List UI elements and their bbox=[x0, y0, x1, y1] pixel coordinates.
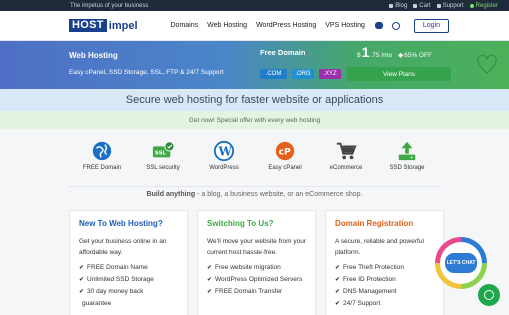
list-item: ✔ Free Theft Protection bbox=[335, 262, 435, 274]
hero-tagline: Secure web hosting for faster website or… bbox=[0, 89, 509, 111]
feature-ssd-storage: SSD Storage bbox=[377, 140, 438, 186]
list-item: ✔ Unlimited SSD Storage bbox=[79, 274, 179, 286]
price: $ 1 .75 /mo ◆ 65% OFF bbox=[357, 44, 432, 60]
site-tagline: The impetus of your business bbox=[70, 2, 149, 9]
wordpress-icon: W bbox=[213, 140, 235, 162]
nav-item-vps-hosting[interactable]: VPS Hosting bbox=[325, 22, 365, 29]
cart-icon bbox=[336, 142, 357, 160]
card-new-to-hosting[interactable]: New To Web Hosting? Get your business on… bbox=[69, 210, 188, 315]
nav-item-wordpress-hosting[interactable]: WordPress Hosting bbox=[256, 22, 316, 29]
ssl-icon: SSL bbox=[152, 141, 174, 158]
check-icon: ✔ bbox=[335, 277, 341, 283]
list-item: ✔ Free website migration bbox=[207, 262, 307, 274]
tld-xyz: .XYZ bbox=[319, 69, 341, 79]
card-title: New To Web Hosting? bbox=[79, 219, 163, 228]
lets-chat-widget[interactable]: LET'S CHAT bbox=[435, 237, 487, 289]
blog-link[interactable]: Blog bbox=[389, 3, 407, 9]
view-plans-button[interactable]: View Plans bbox=[347, 67, 451, 81]
blog-icon bbox=[389, 3, 394, 8]
tag-icon: ◆ bbox=[398, 52, 404, 59]
offer-strip: Get now! Special offer with every web ho… bbox=[0, 111, 509, 129]
register-icon bbox=[469, 3, 474, 8]
feature-ecommerce: eCommerce bbox=[316, 140, 377, 186]
check-icon: ✔ bbox=[79, 277, 85, 283]
logo[interactable]: HOST impel bbox=[69, 19, 138, 32]
nav-item-domains[interactable]: Domains bbox=[171, 22, 199, 29]
check-icon: ✔ bbox=[207, 277, 213, 283]
chat-icon[interactable] bbox=[374, 21, 383, 29]
heart-icon bbox=[477, 54, 497, 75]
banner-features: Easy cPanel, SSD Storage, SSL, FTP & 24/… bbox=[69, 69, 224, 76]
card-description: We'll move your website from your curren… bbox=[207, 238, 307, 256]
banner-title: Web Hosting bbox=[69, 51, 118, 60]
features-row: FREE Domain SSL SSL security W WordPress… bbox=[0, 129, 509, 186]
list-item: ✔ DNS Management bbox=[335, 286, 435, 298]
nav-menu: Domains Web Hosting WordPress Hosting VP… bbox=[171, 22, 365, 29]
check-icon: ✔ bbox=[79, 265, 85, 271]
card-description: A secure, reliable and powerful platform… bbox=[335, 238, 424, 256]
support-icon bbox=[436, 3, 441, 8]
svg-text:SSL: SSL bbox=[155, 151, 167, 157]
main-nav: HOST impel Domains Web Hosting WordPress… bbox=[0, 11, 509, 41]
cart-icon bbox=[413, 3, 418, 8]
check-icon: ✔ bbox=[207, 265, 213, 271]
cpanel-icon: cP bbox=[275, 141, 295, 161]
nav-item-web-hosting[interactable]: Web Hosting bbox=[207, 22, 247, 29]
top-bar: The impetus of your business Blog Cart S… bbox=[0, 0, 509, 11]
list-item: guarantee bbox=[82, 300, 112, 307]
discount-label: 65% OFF bbox=[404, 52, 432, 59]
build-anything-text: Build anything - a blog, a business webs… bbox=[146, 191, 363, 198]
check-icon: ✔ bbox=[335, 265, 341, 271]
login-button[interactable]: Login bbox=[413, 18, 449, 33]
whatsapp-button[interactable] bbox=[478, 284, 500, 306]
check-icon: ✔ bbox=[207, 289, 213, 295]
list-item: ✔ FREE Domain Name bbox=[79, 262, 179, 274]
svg-text:cP: cP bbox=[279, 147, 291, 158]
feature-wordpress: W WordPress bbox=[194, 140, 255, 186]
check-icon: ✔ bbox=[79, 289, 85, 295]
register-link[interactable]: Register bbox=[469, 3, 498, 9]
list-item: ✔ 24/7 Support bbox=[335, 298, 435, 310]
list-item: ✔ FREE Domain Transfer bbox=[207, 286, 307, 298]
feature-cpanel: cP Easy cPanel bbox=[255, 140, 316, 186]
whatsapp-icon bbox=[484, 290, 494, 300]
tld-com: .COM bbox=[260, 69, 287, 79]
card-title: Domain Registration bbox=[335, 219, 414, 228]
promo-banner: Web Hosting Easy cPanel, SSD Storage, SS… bbox=[0, 41, 509, 89]
divider bbox=[69, 186, 440, 187]
card-domain-registration[interactable]: Domain Registration A secure, reliable a… bbox=[325, 210, 444, 315]
list-item: ✔ WordPress Optimized Servers bbox=[207, 274, 307, 286]
svg-text:W: W bbox=[218, 145, 233, 159]
feature-ssl: SSL SSL security bbox=[133, 140, 194, 186]
cart-link[interactable]: Cart bbox=[413, 3, 431, 9]
card-title: Switching To Us? bbox=[207, 219, 274, 228]
upload-icon bbox=[398, 141, 416, 161]
free-domain-label: Free Domain bbox=[260, 48, 306, 57]
feature-free-domain: FREE Domain bbox=[72, 140, 133, 186]
cards-row: New To Web Hosting? Get your business on… bbox=[0, 210, 509, 315]
list-item: ✔ 30 day money back bbox=[79, 286, 179, 298]
list-item: ✔ Free ID Protection bbox=[335, 274, 435, 286]
tld-org: .ORG bbox=[292, 69, 314, 79]
card-switching[interactable]: Switching To Us? We'll move your website… bbox=[197, 210, 316, 315]
card-description: Get your business online in an affordabl… bbox=[79, 238, 167, 256]
top-links: Blog Cart Support Register bbox=[389, 3, 498, 9]
globe-icon bbox=[92, 141, 112, 161]
support-link[interactable]: Support bbox=[436, 3, 464, 9]
check-icon: ✔ bbox=[335, 301, 341, 307]
chat-bubble: LET'S CHAT bbox=[445, 253, 477, 273]
globe-icon[interactable] bbox=[391, 21, 400, 30]
check-icon: ✔ bbox=[335, 289, 341, 295]
